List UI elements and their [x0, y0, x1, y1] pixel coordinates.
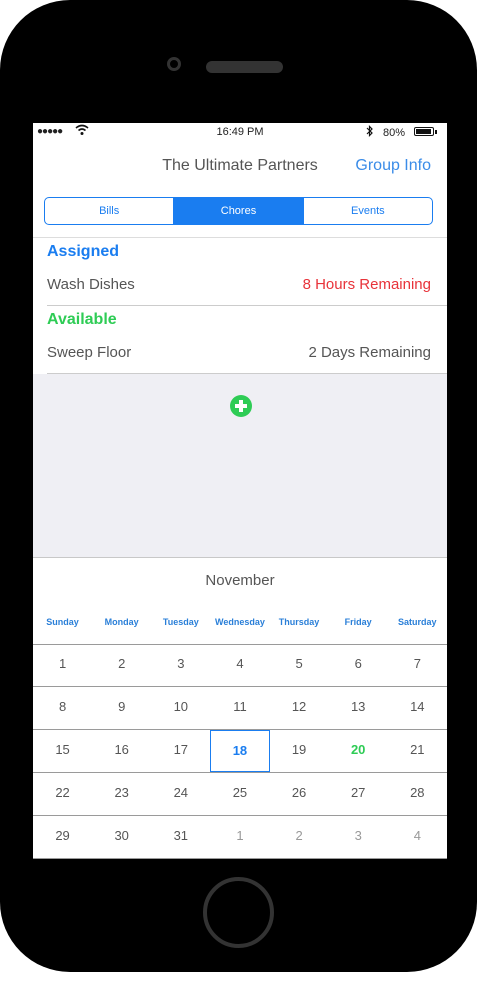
- weekday-label: Monday: [104, 617, 139, 627]
- calendar-day[interactable]: 23: [92, 773, 151, 815]
- calendar-day[interactable]: 16: [92, 730, 151, 772]
- nav-bar: The Ultimate Partners Group Info: [33, 143, 447, 191]
- chore-remaining: 2 Days Remaining: [308, 344, 431, 361]
- calendar-day[interactable]: 30: [92, 816, 151, 858]
- calendar-day-next-month[interactable]: 2: [270, 816, 329, 858]
- tab-chores[interactable]: Chores: [173, 198, 303, 224]
- calendar-day[interactable]: 7: [388, 644, 447, 686]
- calendar-day[interactable]: 8: [33, 687, 92, 729]
- calendar-day[interactable]: 17: [151, 730, 210, 772]
- phone-frame: ●●●●● 16:49 PM 80% The Ultimate Partners…: [0, 0, 477, 972]
- calendar-day[interactable]: 25: [210, 773, 269, 815]
- calendar-day[interactable]: 3: [151, 644, 210, 686]
- calendar-day[interactable]: 13: [329, 687, 388, 729]
- weekday-label: Tuesday: [162, 617, 199, 627]
- chore-name: Sweep Floor: [47, 344, 132, 361]
- speaker: [206, 61, 283, 73]
- calendar-day-next-month[interactable]: 3: [329, 816, 388, 858]
- weekday-label: Sunday: [46, 617, 79, 627]
- screen: ●●●●● 16:49 PM 80% The Ultimate Partners…: [33, 123, 447, 859]
- home-button[interactable]: [203, 877, 274, 948]
- status-bar: ●●●●● 16:49 PM 80%: [33, 123, 447, 143]
- weekday-label: Friday: [344, 617, 372, 627]
- calendar-week: 1 2 3 4 5 6 7: [33, 644, 447, 687]
- calendar-day[interactable]: 1: [33, 644, 92, 686]
- calendar-day[interactable]: 2: [92, 644, 151, 686]
- calendar-week: 8 9 10 11 12 13 14: [33, 687, 447, 730]
- chore-remaining: 8 Hours Remaining: [302, 276, 431, 293]
- weekday-label: Saturday: [398, 617, 437, 627]
- divider: [47, 305, 447, 306]
- calendar-day-today[interactable]: 18: [210, 730, 270, 772]
- calendar-month: November: [205, 572, 275, 589]
- calendar-day[interactable]: 29: [33, 816, 92, 858]
- calendar-day[interactable]: 10: [151, 687, 210, 729]
- assigned-header: Assigned: [47, 243, 120, 260]
- calendar-grid: 1 2 3 4 5 6 7 8 9 10 11 12 13 14 15 16 1…: [33, 644, 447, 859]
- weekday-label: Wednesday: [215, 617, 265, 627]
- calendar-day[interactable]: 24: [151, 773, 210, 815]
- battery-percent: 80%: [383, 127, 406, 139]
- calendar-day[interactable]: 4: [210, 644, 269, 686]
- calendar-day[interactable]: 9: [92, 687, 151, 729]
- calendar-week: 22 23 24 25 26 27 28: [33, 773, 447, 816]
- calendar-day[interactable]: 15: [33, 730, 92, 772]
- calendar-week: 15 16 17 18 19 20 21: [33, 730, 447, 773]
- empty-area: [33, 374, 447, 558]
- calendar-day-next-month[interactable]: 1: [210, 816, 269, 858]
- add-chore-button[interactable]: [230, 395, 252, 417]
- calendar-day[interactable]: 21: [388, 730, 447, 772]
- chore-name: Wash Dishes: [47, 276, 135, 293]
- calendar-day[interactable]: 6: [329, 644, 388, 686]
- camera: [167, 57, 181, 71]
- calendar-day[interactable]: 27: [329, 773, 388, 815]
- battery-icon: [414, 127, 437, 136]
- group-info-button[interactable]: Group Info: [355, 157, 431, 175]
- bluetooth-icon: [366, 125, 374, 140]
- calendar-weekdays: Sunday Monday Tuesday Wednesday Thursday…: [33, 603, 447, 645]
- calendar-day[interactable]: 26: [270, 773, 329, 815]
- calendar-day-highlighted[interactable]: 20: [329, 730, 388, 772]
- calendar-day[interactable]: 12: [270, 687, 329, 729]
- divider: [33, 237, 447, 238]
- tab-events[interactable]: Events: [302, 198, 432, 224]
- calendar-day[interactable]: 31: [151, 816, 210, 858]
- calendar-day-next-month[interactable]: 4: [388, 816, 447, 858]
- calendar-week: 29 30 31 1 2 3 4: [33, 816, 447, 859]
- weekday-label: Thursday: [278, 617, 320, 627]
- calendar-day[interactable]: 19: [270, 730, 329, 772]
- calendar-day[interactable]: 5: [270, 644, 329, 686]
- calendar-day[interactable]: 22: [33, 773, 92, 815]
- calendar-day[interactable]: 28: [388, 773, 447, 815]
- calendar-day[interactable]: 14: [388, 687, 447, 729]
- calendar-day[interactable]: 11: [210, 687, 269, 729]
- available-header: Available: [47, 311, 117, 328]
- tab-bills[interactable]: Bills: [45, 198, 173, 224]
- segmented-control: Bills Chores Events: [44, 197, 433, 225]
